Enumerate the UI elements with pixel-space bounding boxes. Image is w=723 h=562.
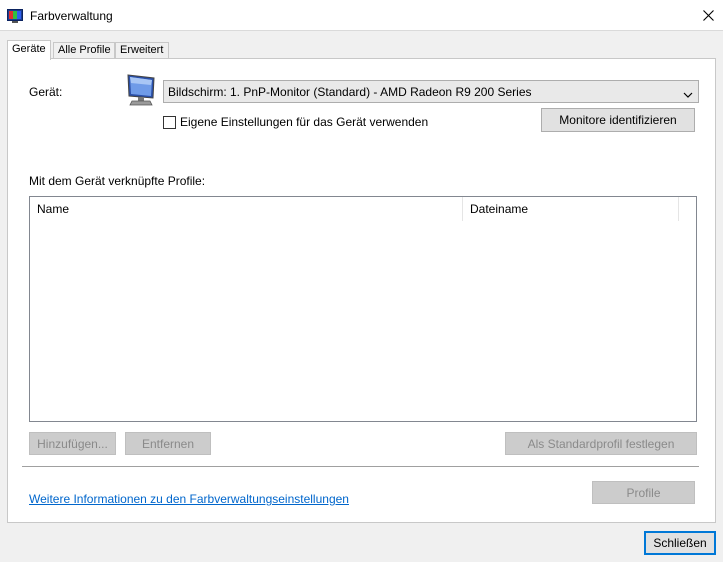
tab-geraete[interactable]: Geräte xyxy=(7,40,51,60)
profiles-button[interactable]: Profile xyxy=(592,481,695,504)
close-icon xyxy=(702,9,714,21)
profiles-label: Mit dem Gerät verknüpfte Profile: xyxy=(29,174,206,188)
add-profile-button[interactable]: Hinzufügen... xyxy=(29,432,116,455)
monitor-icon xyxy=(126,73,156,107)
device-select-value: Bildschirm: 1. PnP-Monitor (Standard) - … xyxy=(168,85,532,99)
title-bar: Farbverwaltung xyxy=(0,0,723,31)
profiles-list[interactable]: Name Dateiname xyxy=(29,196,697,422)
tab-erweitert[interactable]: Erweitert xyxy=(115,42,169,59)
set-default-profile-button[interactable]: Als Standardprofil festlegen xyxy=(505,432,697,455)
window-title: Farbverwaltung xyxy=(30,9,113,23)
device-label: Gerät: xyxy=(29,85,63,99)
column-header-name[interactable]: Name xyxy=(30,197,463,221)
identify-monitors-button[interactable]: Monitore identifizieren xyxy=(541,108,695,132)
column-header-filename[interactable]: Dateiname xyxy=(463,197,679,221)
custom-settings-checkbox[interactable] xyxy=(163,116,176,129)
close-button[interactable]: Schließen xyxy=(644,531,716,555)
custom-settings-label[interactable]: Eigene Einstellungen für das Gerät verwe… xyxy=(180,115,428,129)
tab-panel-geraete: Gerät: Bildschirm: 1. PnP-Monitor (Stand… xyxy=(7,58,716,523)
close-window-button[interactable] xyxy=(693,0,723,30)
divider xyxy=(22,466,699,467)
chevron-down-icon xyxy=(683,88,693,98)
tab-alle-profile[interactable]: Alle Profile xyxy=(53,42,115,59)
color-management-icon xyxy=(7,8,23,24)
more-info-link[interactable]: Weitere Informationen zu den Farbverwalt… xyxy=(29,492,349,506)
device-select[interactable]: Bildschirm: 1. PnP-Monitor (Standard) - … xyxy=(163,80,699,103)
remove-profile-button[interactable]: Entfernen xyxy=(125,432,211,455)
